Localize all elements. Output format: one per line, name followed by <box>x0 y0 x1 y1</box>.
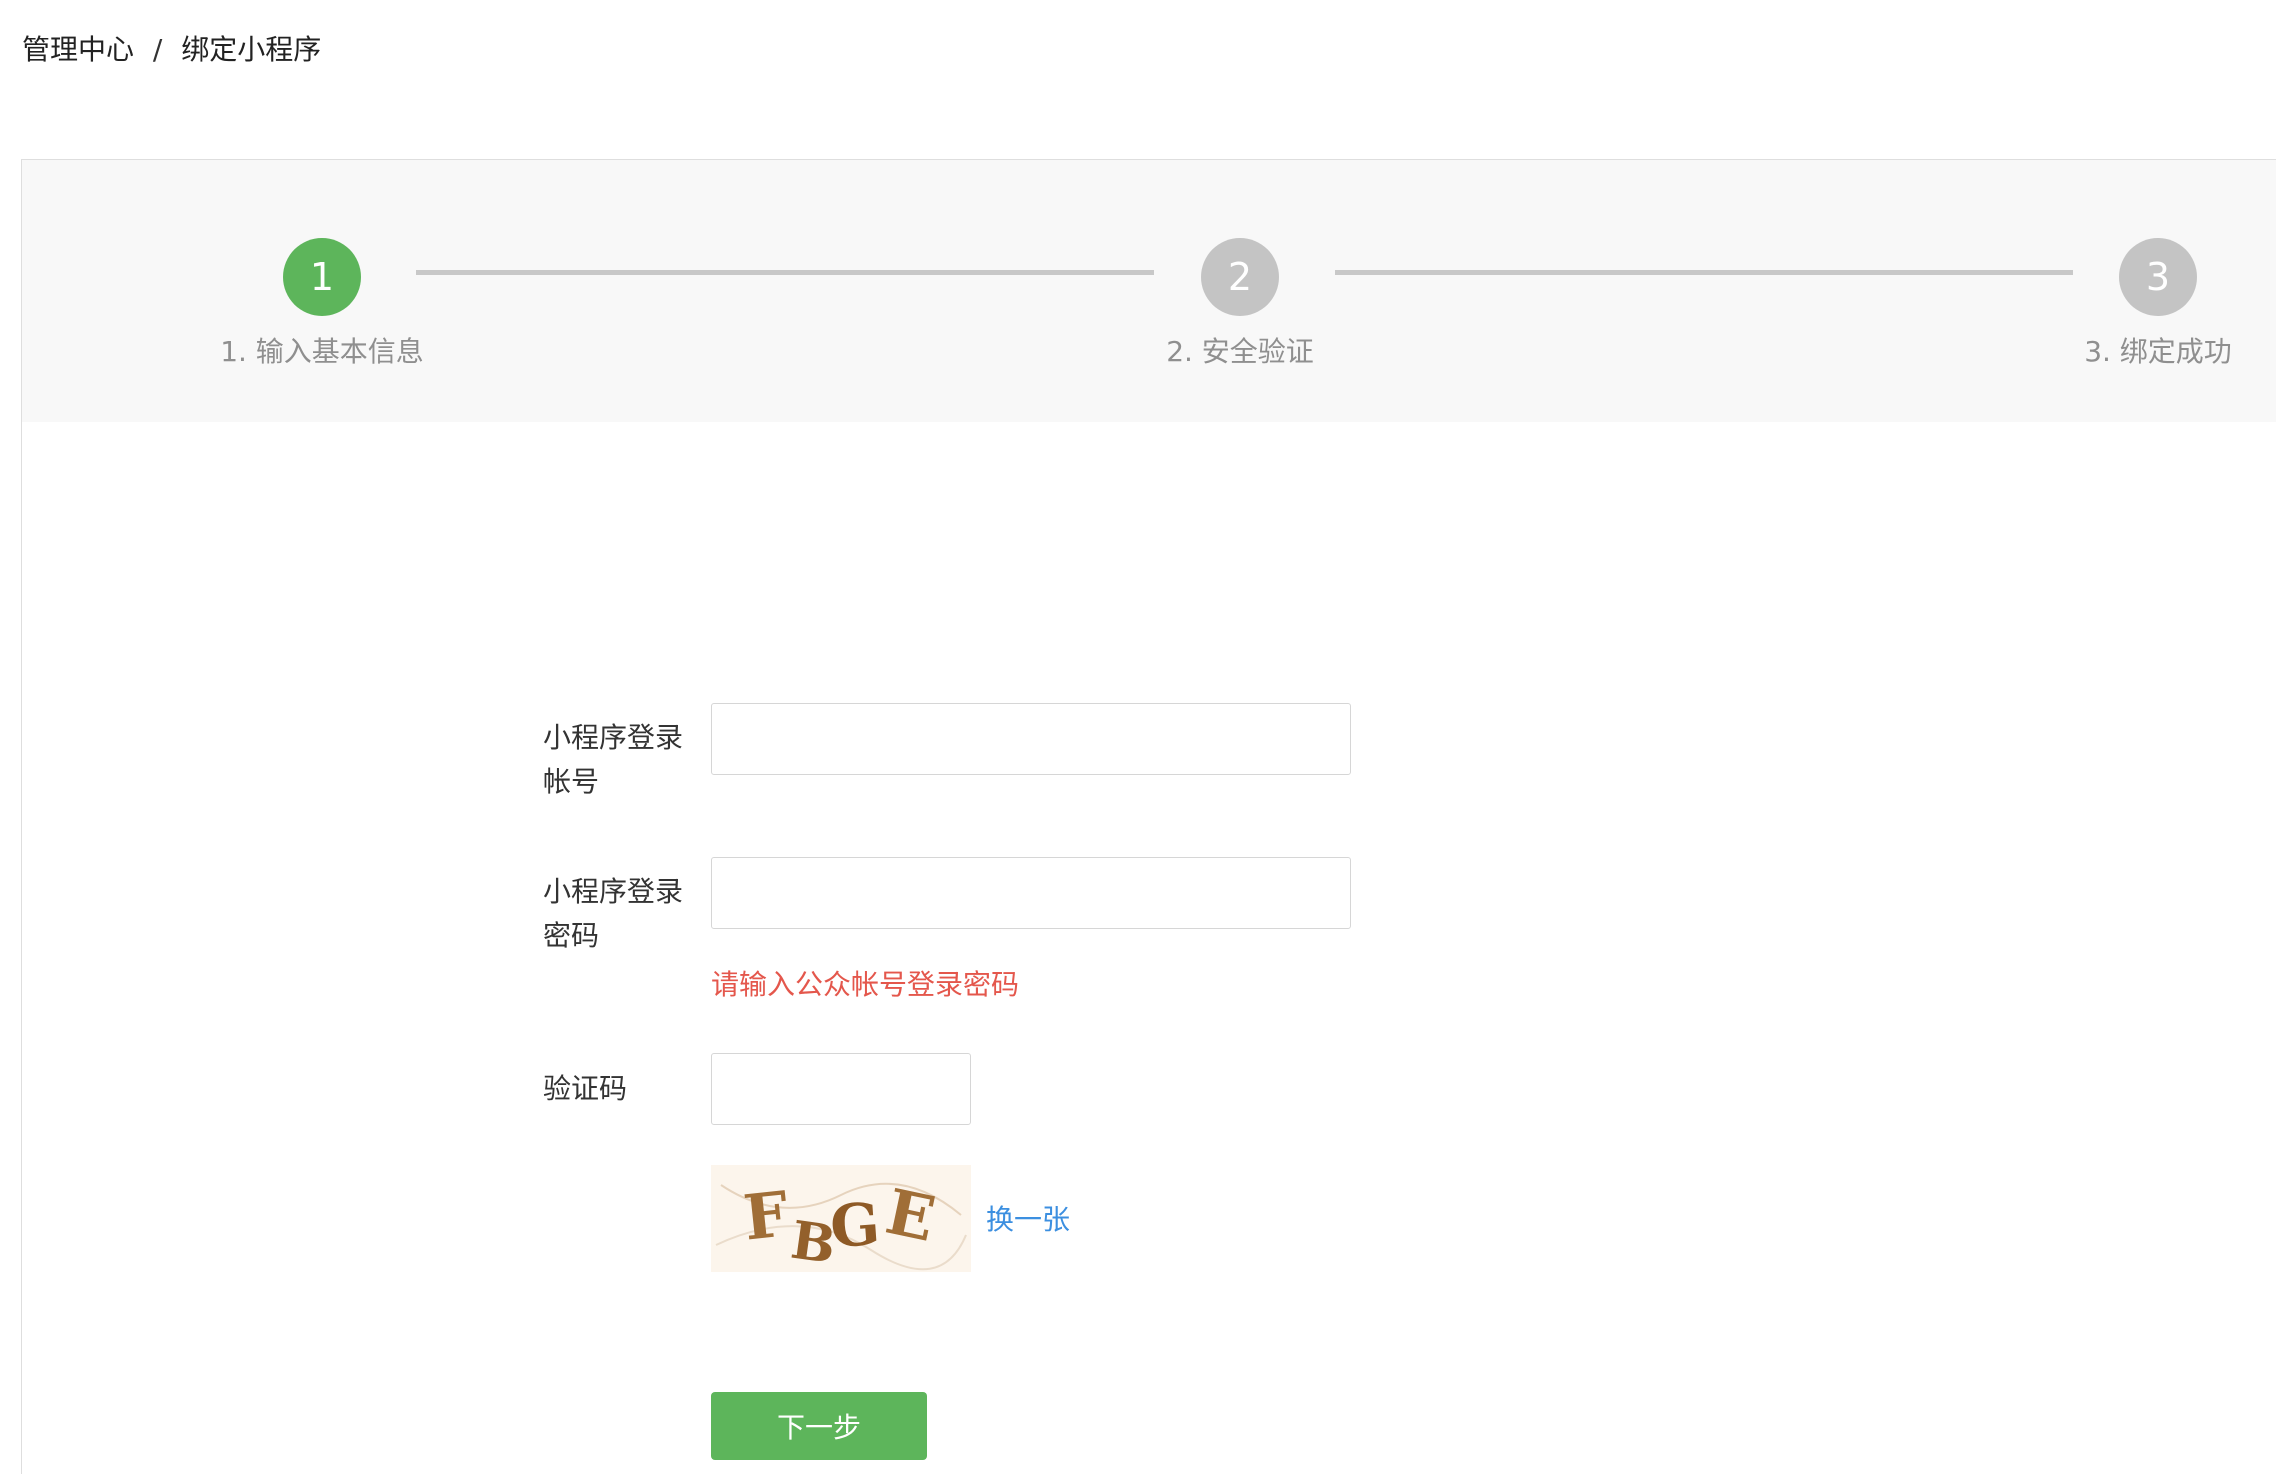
captcha-image[interactable]: F B G E <box>711 1165 971 1272</box>
password-input[interactable] <box>711 857 1351 929</box>
password-label: 小程序登录 密码 <box>543 870 703 958</box>
breadcrumb-root[interactable]: 管理中心 <box>22 33 134 66</box>
account-label-line1: 小程序登录 <box>543 721 684 754</box>
captcha-glyph-1: F <box>740 1177 791 1254</box>
password-label-line2: 密码 <box>543 919 600 952</box>
bind-panel: 1 2 3 1. 输入基本信息 2. 安全验证 3. 绑定成功 <box>21 159 2276 1474</box>
captcha-input[interactable] <box>711 1053 971 1125</box>
next-step-button[interactable]: 下一步 <box>711 1392 927 1460</box>
breadcrumb-separator: / <box>152 33 163 66</box>
account-label: 小程序登录 帐号 <box>543 716 703 804</box>
password-label-line1: 小程序登录 <box>543 875 684 908</box>
step-3-circle: 3 <box>2119 238 2197 316</box>
account-input[interactable] <box>711 703 1351 775</box>
breadcrumb: 管理中心 / 绑定小程序 <box>22 28 321 68</box>
captcha-image-graphic: F B G E <box>711 1165 971 1272</box>
captcha-label: 验证码 <box>543 1072 628 1105</box>
breadcrumb-current: 绑定小程序 <box>181 33 322 66</box>
step-1-circle: 1 <box>283 238 361 316</box>
step-3-label: 3. 绑定成功 <box>2084 335 2232 368</box>
password-error-message: 请输入公众帐号登录密码 <box>711 968 1020 1001</box>
step-2-label: 2. 安全验证 <box>1166 335 1314 368</box>
captcha-refresh-link[interactable]: 换一张 <box>986 1198 1070 1238</box>
captcha-glyph-3: G <box>828 1190 882 1261</box>
step-1-label: 1. 输入基本信息 <box>220 335 424 368</box>
step-connector-2-3 <box>1335 270 2073 275</box>
step-2-circle: 2 <box>1201 238 1279 316</box>
account-label-line2: 帐号 <box>543 765 600 798</box>
step-indicator: 1 2 3 1. 输入基本信息 2. 安全验证 3. 绑定成功 <box>22 160 2276 422</box>
step-connector-1-2 <box>416 270 1154 275</box>
